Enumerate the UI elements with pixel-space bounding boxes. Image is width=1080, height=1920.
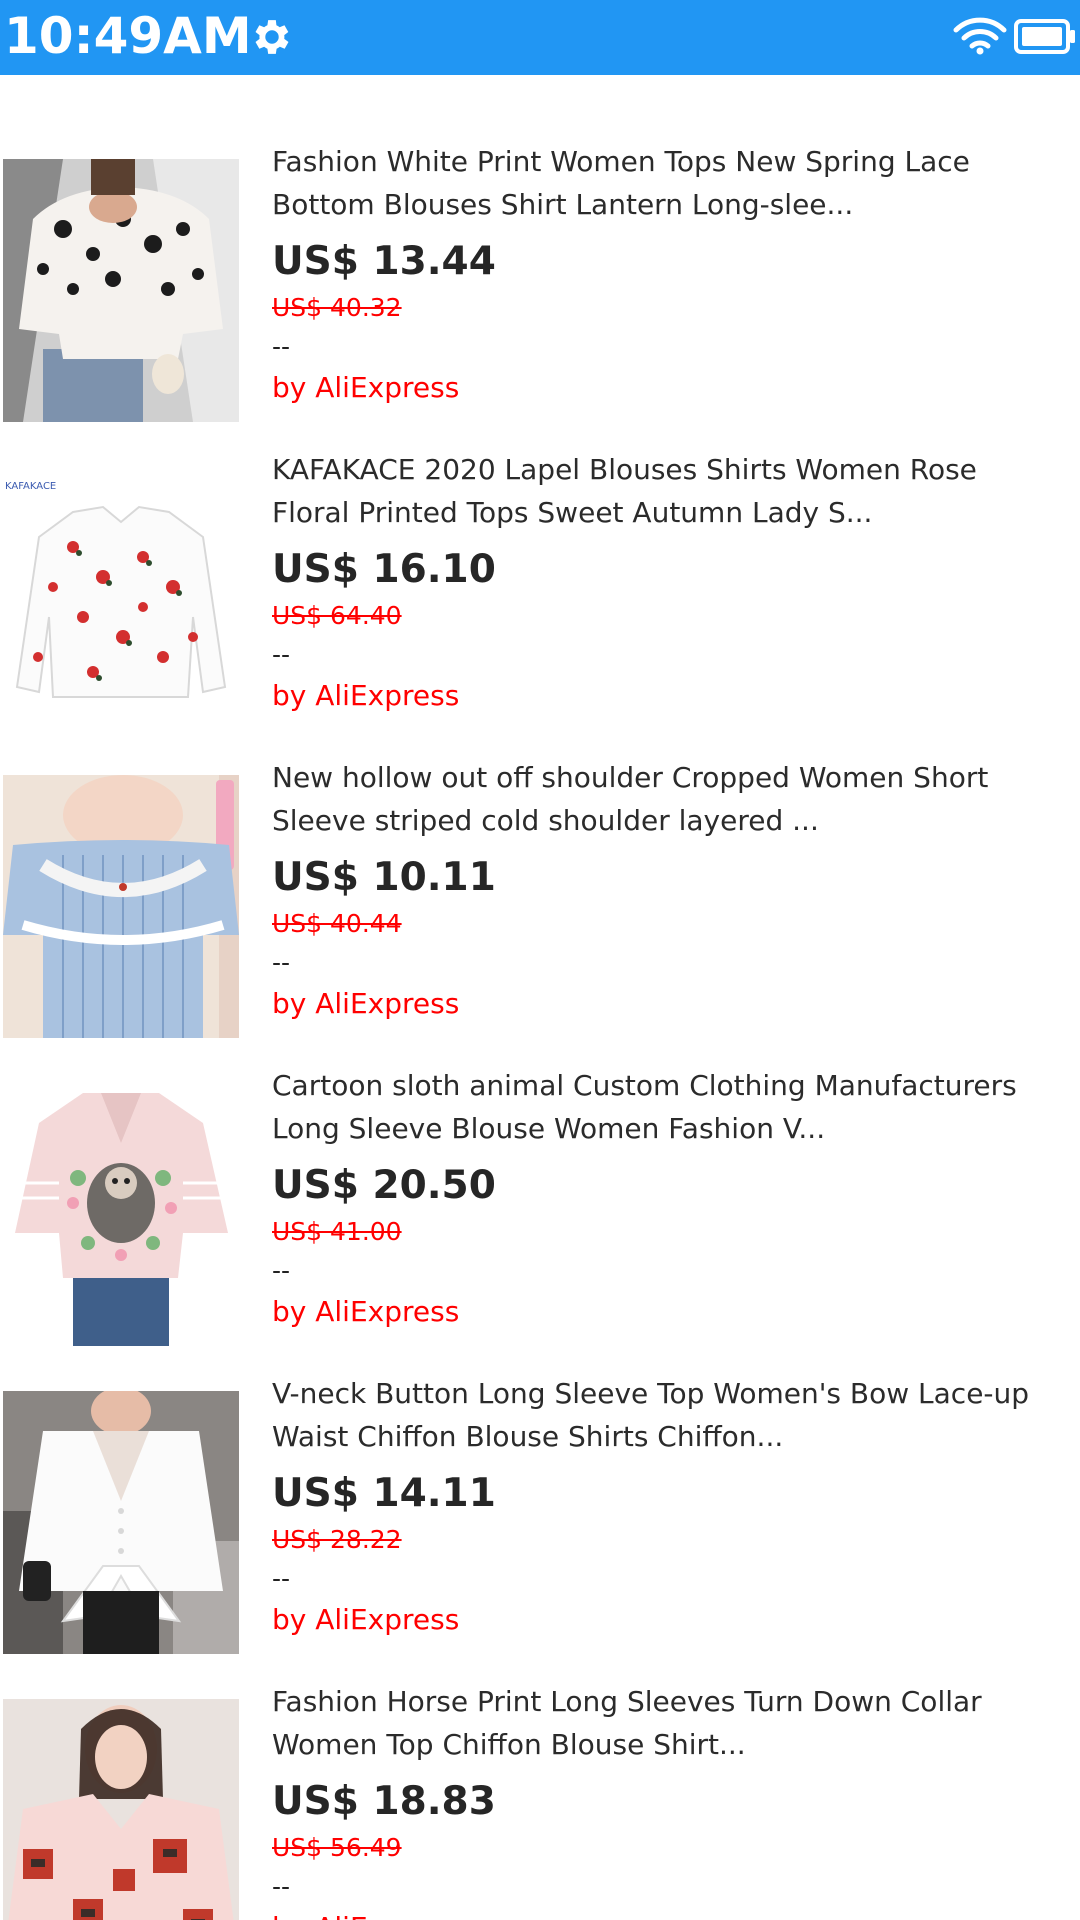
- original-price: US$ 41.00: [272, 1217, 402, 1246]
- rating-text: --: [272, 1564, 291, 1593]
- product-price: US$ 16.10: [272, 547, 496, 592]
- seller-label: by AliExpress: [272, 679, 460, 712]
- product-item[interactable]: V-neck Button Long Sleeve Top Women's Bo…: [0, 1372, 1080, 1680]
- rating-text: --: [272, 640, 291, 669]
- product-image[interactable]: [3, 1391, 239, 1654]
- rating-text: --: [272, 1872, 291, 1901]
- product-item[interactable]: KAFAKACE KAFAKACE 2020 Lapel Blouses Shi…: [0, 448, 1080, 756]
- product-price: US$ 20.50: [272, 1163, 496, 1208]
- product-item[interactable]: Cartoon sloth animal Custom Clothing Man…: [0, 1064, 1080, 1372]
- product-image[interactable]: KAFAKACE: [3, 467, 239, 730]
- product-title[interactable]: Fashion White Print Women Tops New Sprin…: [272, 140, 1072, 226]
- original-price: US$ 28.22: [272, 1525, 402, 1554]
- product-image[interactable]: [3, 775, 239, 1038]
- product-price: US$ 14.11: [272, 1471, 496, 1516]
- product-price: US$ 13.44: [272, 239, 496, 284]
- product-image[interactable]: [3, 159, 239, 422]
- seller-label: by AliExpress: [272, 371, 460, 404]
- original-price: US$ 40.32: [272, 293, 402, 322]
- product-item[interactable]: New hollow out off shoulder Cropped Wome…: [0, 756, 1080, 1064]
- product-image[interactable]: [3, 1083, 239, 1346]
- product-title[interactable]: Cartoon sloth animal Custom Clothing Man…: [272, 1064, 1072, 1150]
- gear-icon: [255, 20, 289, 54]
- product-price: US$ 18.83: [272, 1779, 496, 1824]
- product-title[interactable]: New hollow out off shoulder Cropped Wome…: [272, 756, 1072, 842]
- status-time: 10:49AM: [4, 7, 252, 65]
- original-price: US$ 40.44: [272, 909, 402, 938]
- product-list[interactable]: Fashion White Print Women Tops New Sprin…: [0, 75, 1080, 1920]
- product-price: US$ 10.11: [272, 855, 496, 900]
- product-title[interactable]: KAFAKACE 2020 Lapel Blouses Shirts Women…: [272, 448, 1072, 534]
- rating-text: --: [272, 948, 291, 977]
- rating-text: --: [272, 1256, 291, 1285]
- seller-label: by AliExpress: [272, 1603, 460, 1636]
- product-item[interactable]: Fashion Horse Print Long Sleeves Turn Do…: [0, 1680, 1080, 1920]
- status-bar: 10:49AM: [0, 0, 1080, 75]
- product-title[interactable]: Fashion Horse Print Long Sleeves Turn Do…: [272, 1680, 1072, 1766]
- original-price: US$ 56.49: [272, 1833, 402, 1862]
- product-item[interactable]: Fashion White Print Women Tops New Sprin…: [0, 140, 1080, 448]
- rating-text: --: [272, 332, 291, 361]
- original-price: US$ 64.40: [272, 601, 402, 630]
- wifi-icon: [953, 17, 1007, 55]
- brand-watermark: KAFAKACE: [5, 481, 56, 492]
- product-image[interactable]: [3, 1699, 239, 1920]
- battery-icon: [1014, 19, 1075, 54]
- seller-label: by AliExpress: [272, 987, 460, 1020]
- seller-label: by AliExpress: [272, 1910, 459, 1920]
- product-title[interactable]: V-neck Button Long Sleeve Top Women's Bo…: [272, 1372, 1072, 1458]
- seller-label: by AliExpress: [272, 1295, 460, 1328]
